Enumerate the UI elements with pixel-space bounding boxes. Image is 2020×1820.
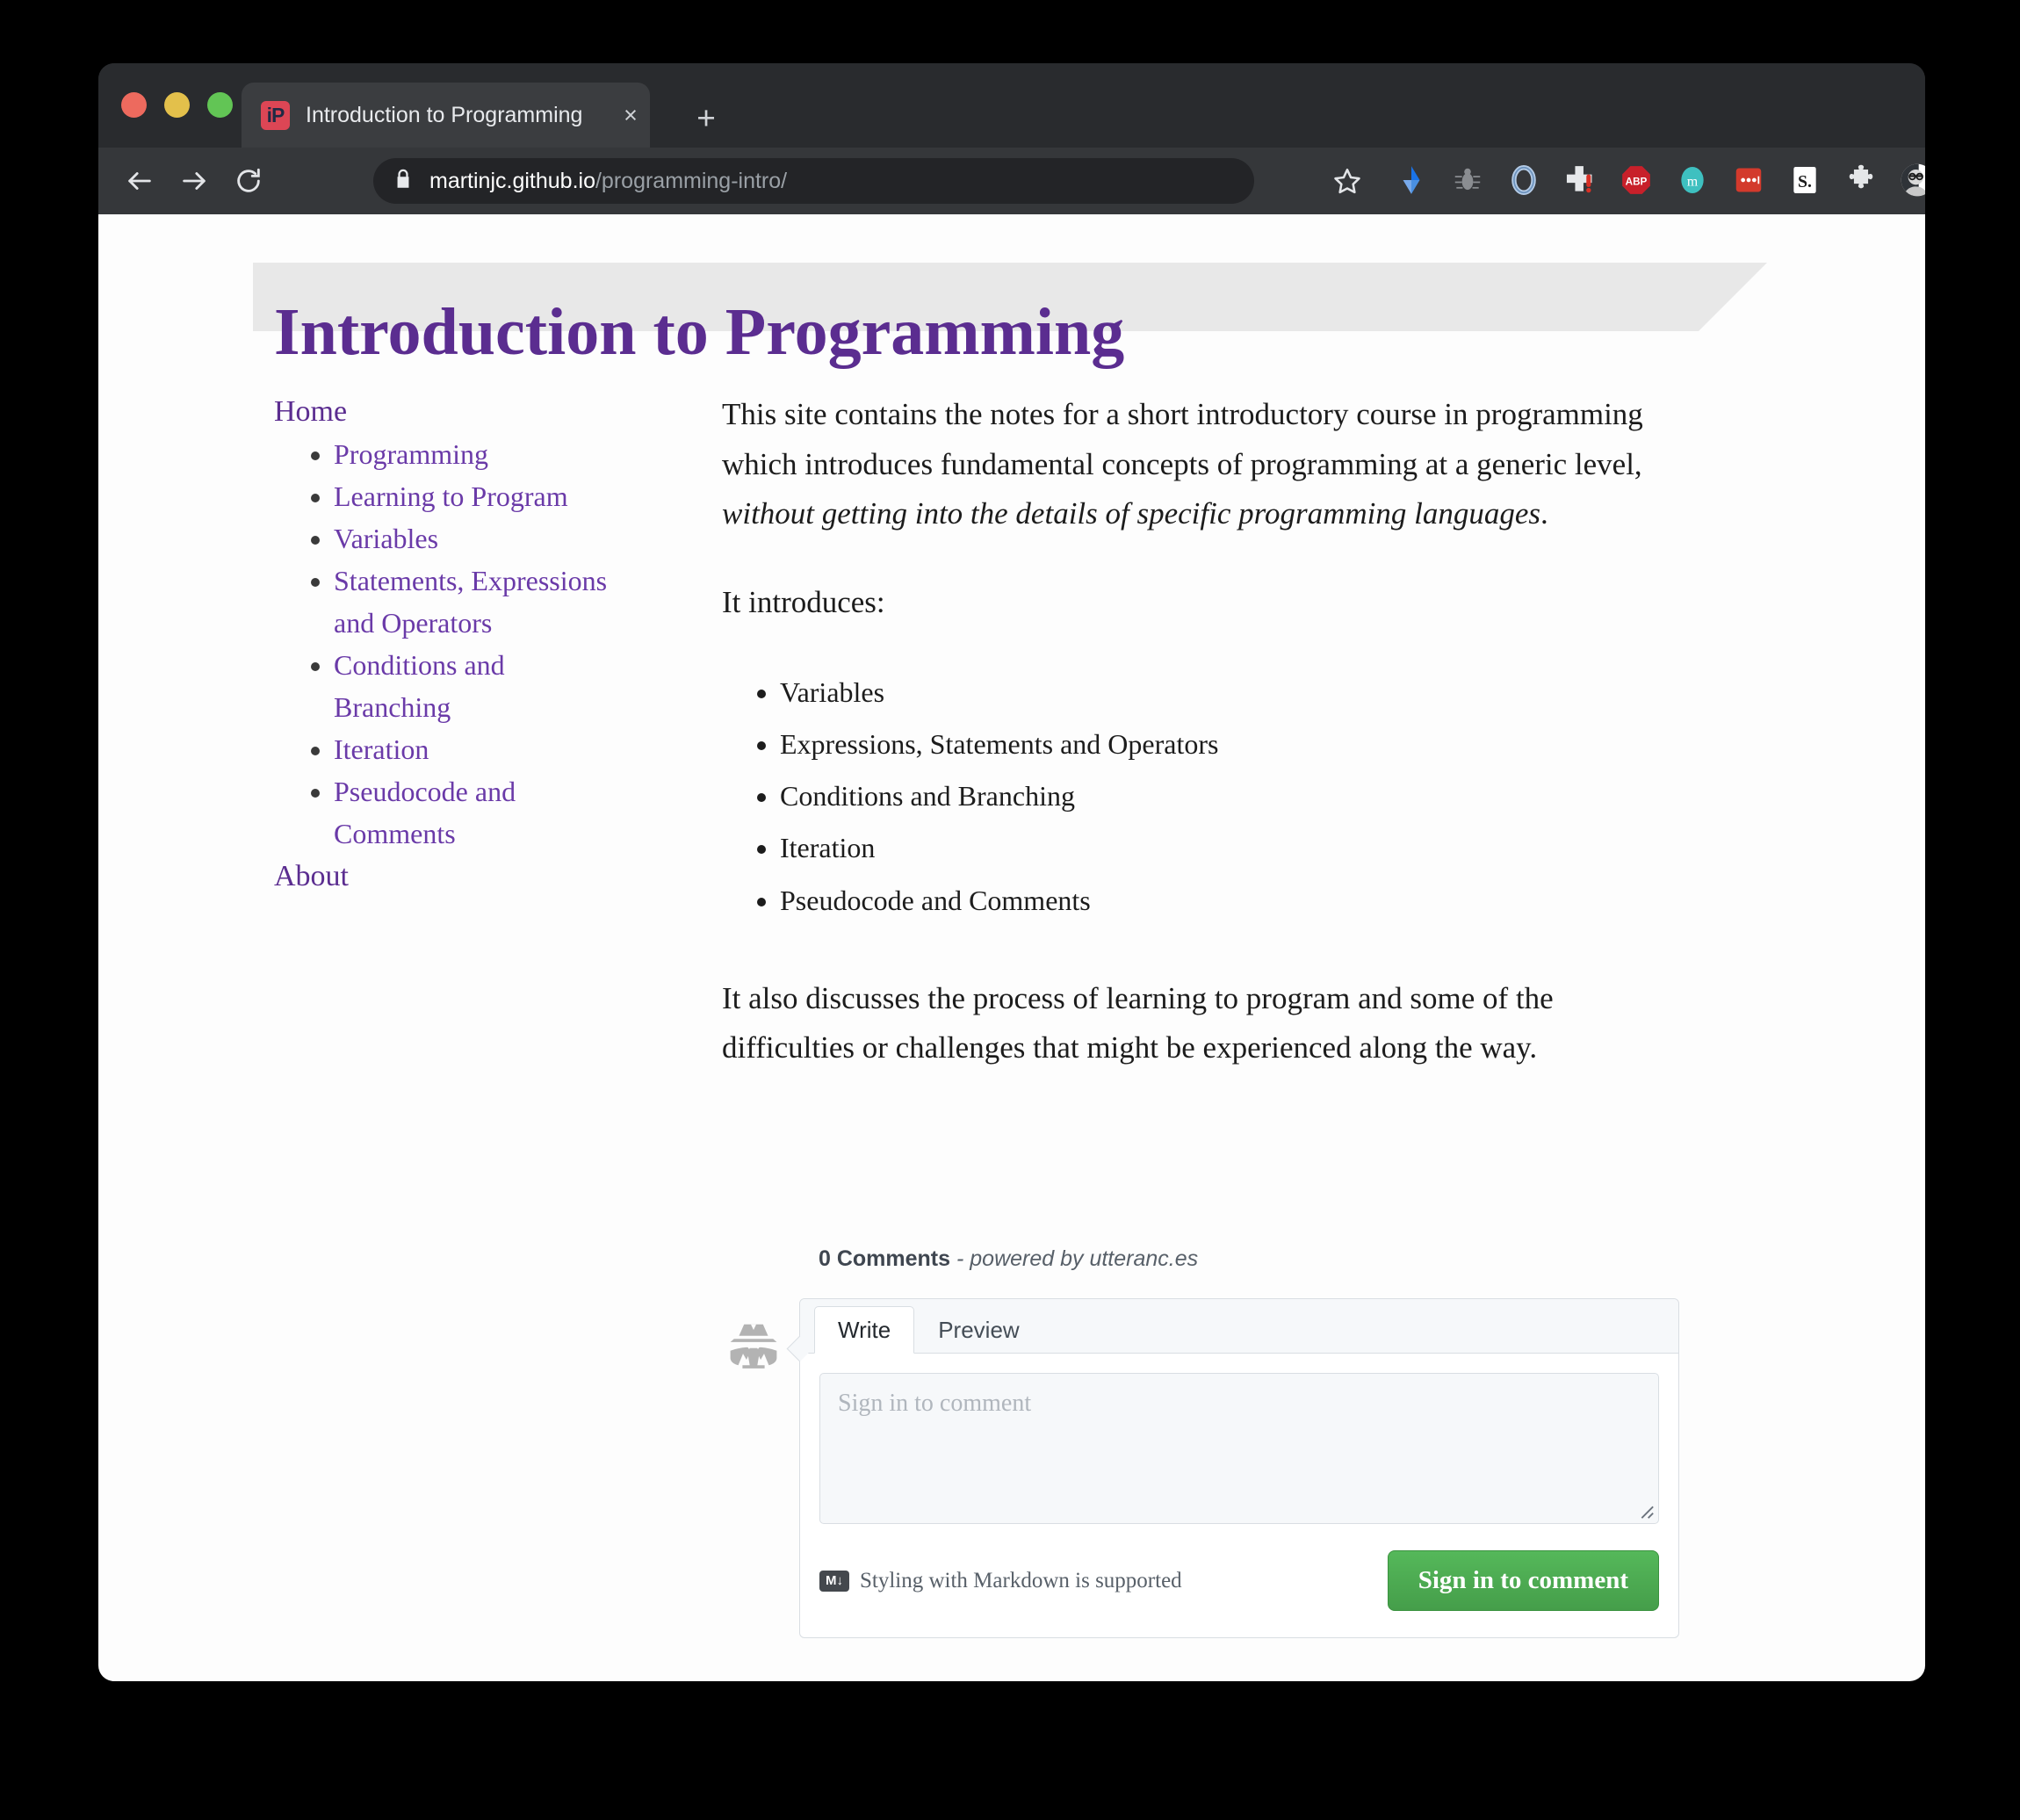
introduces-label: It introduces:	[722, 578, 1679, 628]
forward-arrow-icon[interactable]	[167, 166, 221, 196]
list-item: Programming	[334, 433, 625, 475]
list-item: Expressions, Statements and Operators	[780, 719, 1679, 770]
sidebar-item-iteration[interactable]: Iteration	[334, 733, 429, 765]
comments-powered-by: - powered by utteranc.es	[950, 1246, 1198, 1271]
markdown-note-label: Styling with Markdown is supported	[860, 1569, 1182, 1593]
topics-list: Variables Expressions, Statements and Op…	[722, 667, 1679, 927]
comment-placeholder: Sign in to comment	[838, 1390, 1031, 1417]
svg-text:ABP: ABP	[1626, 177, 1648, 188]
zoom-window-button[interactable]	[207, 92, 233, 118]
svg-text:S.: S.	[1798, 172, 1812, 191]
comments-widget: 0 Comments - powered by utteranc.es	[722, 1246, 1679, 1638]
list-item: Learning to Program	[334, 475, 625, 517]
s-badge-icon[interactable]: S.	[1785, 160, 1825, 200]
list-item: Conditions and Branching	[334, 644, 625, 728]
bookmark-star-icon[interactable]	[1326, 160, 1368, 202]
sidebar-item-about[interactable]: About	[274, 855, 625, 898]
close-window-button[interactable]	[121, 92, 147, 118]
sidebar-item-home[interactable]: Home	[274, 390, 625, 433]
main-content: This site contains the notes for a short…	[722, 390, 1679, 1112]
url-display: martinjc.github.io/programming-intro/	[429, 169, 787, 194]
reload-icon[interactable]	[221, 166, 276, 196]
mendeley-icon[interactable]: m	[1672, 160, 1713, 200]
list-item: Statements, Expressions and Operators	[334, 560, 625, 644]
list-item: Pseudocode and Comments	[780, 875, 1679, 927]
donut-ring-icon[interactable]	[1504, 160, 1544, 200]
intro-paragraph: This site contains the notes for a short…	[722, 390, 1679, 539]
closing-paragraph: It also discusses the process of learnin…	[722, 974, 1679, 1073]
comment-footer: M↓ Styling with Markdown is supported Si…	[800, 1543, 1678, 1637]
comment-tabs: Write Preview	[800, 1299, 1678, 1354]
page-viewport: Introduction to Programming Home Program…	[98, 214, 1925, 1681]
profile-avatar[interactable]	[1897, 160, 1925, 200]
svg-text:m: m	[1687, 174, 1699, 189]
sidebar-item-variables[interactable]: Variables	[334, 523, 438, 554]
intro-text-part2: .	[1540, 496, 1548, 531]
markdown-note[interactable]: M↓ Styling with Markdown is supported	[819, 1569, 1182, 1593]
address-bar[interactable]: martinjc.github.io/programming-intro/	[373, 158, 1254, 204]
comment-textarea[interactable]: Sign in to comment	[819, 1373, 1659, 1524]
bug-icon[interactable]	[1447, 160, 1488, 200]
tab-strip: iP Introduction to Programming × +	[98, 63, 1925, 148]
browser-tab[interactable]: iP Introduction to Programming ×	[242, 83, 650, 148]
list-item: Iteration	[780, 822, 1679, 874]
resize-handle[interactable]	[1635, 1500, 1655, 1520]
minimize-window-button[interactable]	[164, 92, 190, 118]
sidebar-item-conditions-and-branching[interactable]: Conditions and Branching	[334, 649, 505, 723]
list-item: Variables	[334, 517, 625, 560]
sidebar-sublist: Programming Learning to Program Variable…	[274, 433, 625, 855]
window-controls	[121, 92, 233, 118]
sidebar-item-learning-to-program[interactable]: Learning to Program	[334, 480, 568, 512]
sidebar-navigation: Home Programming Learning to Program Var…	[274, 390, 625, 899]
page-title: Introduction to Programming	[274, 292, 1124, 372]
browser-window: iP Introduction to Programming × + marti…	[98, 63, 1925, 1681]
comment-form: Write Preview Sign in to comment	[722, 1298, 1679, 1638]
puzzle-piece-icon[interactable]	[1841, 160, 1881, 200]
first-aid-alert-icon[interactable]	[1560, 160, 1600, 200]
browser-toolbar: martinjc.github.io/programming-intro/ AB…	[98, 148, 1925, 214]
url-domain: martinjc.github.io	[429, 169, 595, 193]
adblock-plus-icon[interactable]: ABP	[1616, 160, 1656, 200]
lock-icon	[393, 167, 414, 196]
markdown-icon: M↓	[819, 1571, 849, 1592]
new-tab-button[interactable]: +	[689, 102, 724, 134]
extensions-bar: ABP m S.	[1391, 160, 1925, 200]
list-item: Variables	[780, 667, 1679, 719]
comment-box: Write Preview Sign in to comment	[799, 1298, 1679, 1638]
back-arrow-icon[interactable]	[112, 166, 167, 196]
favicon-icon: iP	[261, 101, 290, 130]
incognito-avatar-icon	[722, 1318, 785, 1381]
sidebar-item-statements-expressions-operators[interactable]: Statements, Expressions and Operators	[334, 565, 607, 639]
intro-emphasis: without getting into the details of spec…	[722, 496, 1540, 531]
sidebar-item-programming[interactable]: Programming	[334, 438, 488, 470]
list-item: Pseudocode and Comments	[334, 770, 625, 855]
comments-count: 0 Comments	[819, 1246, 950, 1271]
close-icon[interactable]: ×	[611, 104, 650, 127]
url-path: /programming-intro/	[595, 169, 787, 193]
tab-title: Introduction to Programming	[306, 103, 611, 128]
list-item: Conditions and Branching	[780, 770, 1679, 822]
sidebar-item-pseudocode-and-comments[interactable]: Pseudocode and Comments	[334, 776, 516, 849]
list-item: Iteration	[334, 728, 625, 770]
tab-write[interactable]: Write	[814, 1306, 914, 1354]
comments-header: 0 Comments - powered by utteranc.es	[819, 1246, 1679, 1272]
sign-in-to-comment-button[interactable]: Sign in to comment	[1388, 1550, 1659, 1611]
google-drive-icon[interactable]	[1391, 160, 1432, 200]
tab-preview[interactable]: Preview	[914, 1306, 1042, 1354]
red-dots-icon[interactable]	[1728, 160, 1769, 200]
comment-body: Sign in to comment	[800, 1354, 1678, 1543]
intro-text-part1: This site contains the notes for a short…	[722, 397, 1643, 481]
